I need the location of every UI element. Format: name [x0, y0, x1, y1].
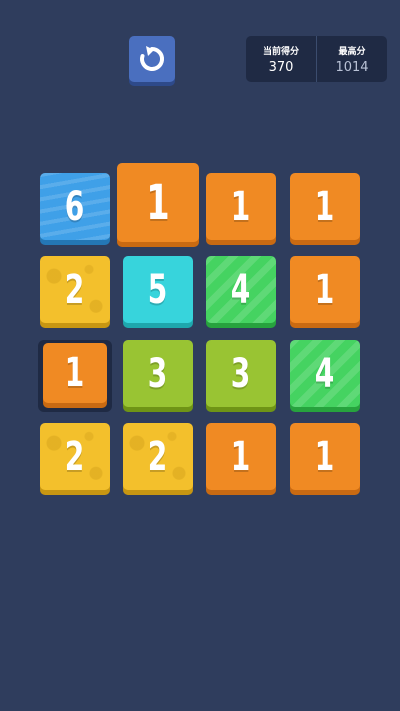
tile-r2-c1[interactable]: 2 — [40, 256, 110, 323]
tile-r3-c2[interactable]: 3 — [123, 340, 193, 407]
tile-r3-c4[interactable]: 4 — [290, 340, 360, 407]
tile-value: 1 — [315, 433, 335, 480]
tile-value: 1 — [65, 350, 85, 396]
tile-value: 5 — [148, 266, 168, 313]
tile-value: 1 — [315, 266, 335, 313]
tile-r2-c3[interactable]: 4 — [206, 256, 276, 323]
tile-value: 3 — [231, 350, 251, 397]
tile-r4-c3[interactable]: 1 — [206, 423, 276, 490]
tile-r4-c4[interactable]: 1 — [290, 423, 360, 490]
tile-r3-c3[interactable]: 3 — [206, 340, 276, 407]
tile-value: 1 — [146, 174, 170, 231]
tile-value: 1 — [315, 183, 335, 230]
tile-value: 3 — [148, 350, 168, 397]
tile-value: 1 — [231, 433, 251, 480]
tile-value: 4 — [231, 266, 251, 313]
tile-value: 2 — [65, 266, 85, 313]
tile-value: 6 — [65, 183, 85, 230]
tile-r2-c2[interactable]: 5 — [123, 256, 193, 323]
tile-value: 2 — [65, 433, 85, 480]
tile-r1-c1[interactable]: 6 — [40, 173, 110, 240]
tile-r1-c2[interactable]: 1 — [117, 163, 199, 242]
tile-r1-c4[interactable]: 1 — [290, 173, 360, 240]
tile-r4-c1[interactable]: 2 — [40, 423, 110, 490]
tile-value: 4 — [315, 350, 335, 397]
tile-r4-c2[interactable]: 2 — [123, 423, 193, 490]
tile-r2-c4[interactable]: 1 — [290, 256, 360, 323]
tile-r1-c3[interactable]: 1 — [206, 173, 276, 240]
tile-value: 1 — [231, 183, 251, 230]
tile-r3-c1[interactable]: 1 — [43, 343, 107, 403]
game-board: 6 1 1 1 2 5 4 1 1 3 3 4 2 2 1 1 — [0, 0, 400, 711]
tile-value: 2 — [148, 433, 168, 480]
